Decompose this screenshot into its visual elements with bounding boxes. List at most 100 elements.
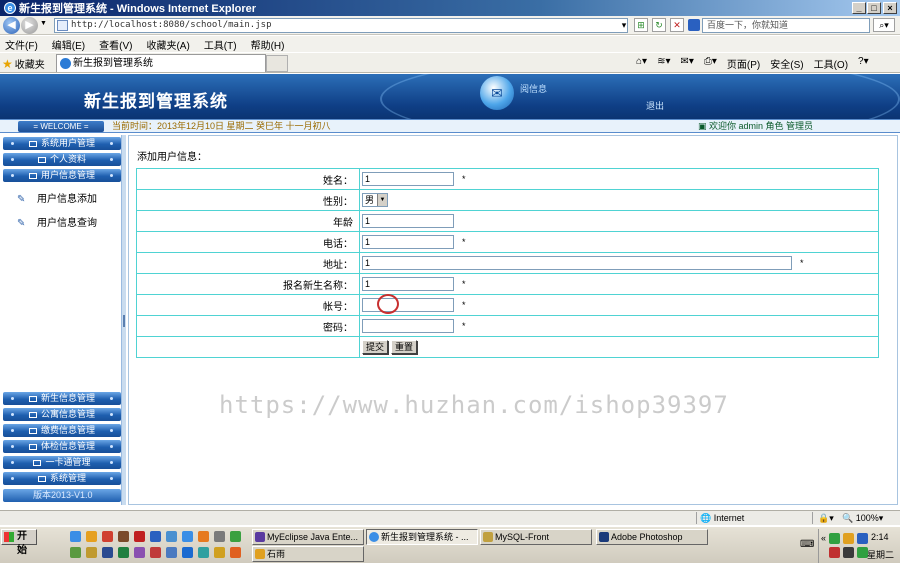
page-menu[interactable]: 页面(P) [727,56,760,71]
quicklaunch-app-icon[interactable] [214,531,225,542]
quicklaunch-app-icon[interactable] [182,531,193,542]
tray-expand-icon[interactable]: « [821,533,826,543]
search-input[interactable]: 百度一下，你就知道 [702,18,870,33]
sidebar-splitter[interactable] [121,135,126,505]
quicklaunch-app-icon[interactable] [198,547,209,558]
message-icon[interactable]: ✉ [480,76,514,110]
feeds-icon[interactable]: ≋▾ [657,56,670,71]
search-icon[interactable]: ⌕▾ [873,18,895,32]
taskbar-item-browser[interactable]: 新生报到管理系统 - ... [366,529,478,545]
quicklaunch-app-icon[interactable] [214,547,225,558]
header-message-link[interactable]: 阅信息 [520,82,547,95]
browser-tab[interactable]: 新生报到管理系统 [56,54,266,72]
maximize-button[interactable]: □ [867,2,881,14]
sidebar-section-fees[interactable]: 缴费信息管理 [3,424,121,437]
pencil-icon: ✎ [17,194,26,205]
quicklaunch-app-icon[interactable] [118,547,129,558]
home-icon[interactable]: ⌂▾ [636,56,647,71]
tools-menu[interactable]: 工具(O) [814,56,848,71]
tray-icon[interactable] [843,547,854,558]
back-button[interactable]: ◀ [3,17,20,34]
mail-icon[interactable]: ✉▾ [680,56,693,71]
age-input[interactable]: 1 [362,214,454,228]
taskbar-item-shiyu[interactable]: 石雨 [252,546,364,562]
quicklaunch-app-icon[interactable] [230,531,241,542]
quicklaunch-app-icon[interactable] [86,531,97,542]
quicklaunch-app-icon[interactable] [118,531,129,542]
address-dropdown-icon[interactable]: ▾ [619,19,629,31]
protected-mode-icon[interactable]: 🔒▾ [818,513,834,524]
menu-help[interactable]: 帮助(H) [251,37,285,52]
tray-icon[interactable] [843,533,854,544]
quicklaunch-app-icon[interactable] [182,547,193,558]
sidebar-section-system[interactable]: 系统管理 [3,472,121,485]
password-input[interactable] [362,319,454,333]
keyboard-icon[interactable]: ⌨ [800,539,814,550]
tray-icon[interactable] [857,533,868,544]
sidebar-section-medical[interactable]: 体检信息管理 [3,440,121,453]
new-tab-button[interactable] [266,55,288,72]
menu-edit[interactable]: 编辑(E) [52,37,85,52]
quicklaunch-app-icon[interactable] [166,547,177,558]
sidebar-item-add-user[interactable]: ✎ 用户信息添加 [17,190,97,205]
start-button[interactable]: 开始 [1,529,37,556]
submit-button[interactable]: 提交 [362,340,389,354]
window-title-bar[interactable]: e 新生报到管理系统 - Windows Internet Explorer _… [0,0,900,16]
quicklaunch-app-icon[interactable] [86,547,97,558]
quicklaunch-app-icon[interactable] [70,547,81,558]
print-icon[interactable]: ⎙▾ [704,56,717,71]
search-provider-icon[interactable] [688,19,700,31]
refresh-icon[interactable]: ↻ [652,18,666,32]
quicklaunch-app-icon[interactable] [134,547,145,558]
tray-icon[interactable] [829,547,840,558]
menu-view[interactable]: 查看(V) [99,37,132,52]
menu-file[interactable]: 文件(F) [5,37,38,52]
quicklaunch-app-icon[interactable] [150,531,161,542]
menu-favorites[interactable]: 收藏夹(A) [146,37,189,52]
zoom-level[interactable]: 🔍 100%▾ [842,513,883,524]
close-button[interactable]: × [883,2,897,14]
sidebar-section-card[interactable]: 一卡通管理 [3,456,121,469]
taskbar-item-photoshop[interactable]: Adobe Photoshop [596,529,708,545]
minimize-button[interactable]: _ [852,2,866,14]
dropdown-arrow-icon[interactable]: ▼ [377,194,387,206]
envelope-icon [28,140,37,147]
name-input[interactable]: 1 [362,172,454,186]
quicklaunch-app-icon[interactable] [198,531,209,542]
quicklaunch-ie-icon[interactable] [70,531,81,542]
quicklaunch-app-icon[interactable] [230,547,241,558]
taskbar-item-myeclipse[interactable]: MyEclipse Java Ente... [252,529,364,545]
menu-tools[interactable]: 工具(T) [204,37,237,52]
quicklaunch-app-icon[interactable] [166,531,177,542]
sidebar-section-user-info[interactable]: 用户信息管理 [3,169,121,182]
account-input[interactable] [362,298,454,312]
stop-icon[interactable]: ✕ [670,18,684,32]
reset-button[interactable]: 重置 [391,340,418,354]
quicklaunch-app-icon[interactable] [134,531,145,542]
sidebar-section-system-users[interactable]: 系统用户管理 [3,137,121,150]
splitter-grip[interactable] [123,315,125,327]
sidebar-item-query-user[interactable]: ✎ 用户信息查询 [17,214,97,229]
favorites-button[interactable]: ★ 收藏夹 [2,56,45,72]
safety-menu[interactable]: 安全(S) [770,56,803,71]
sidebar-section-student[interactable]: 新生信息管理 [3,392,121,405]
sidebar-section-dorm[interactable]: 公寓信息管理 [3,408,121,421]
address-input[interactable]: 1 [362,256,792,270]
quicklaunch-app-icon[interactable] [102,531,113,542]
quicklaunch-app-icon[interactable] [150,547,161,558]
tray-icon[interactable] [829,533,840,544]
quicklaunch-app-icon[interactable] [102,547,113,558]
address-bar[interactable]: http://localhost:8080/school/main.jsp [54,18,628,33]
gender-select[interactable]: 男 ▼ [362,193,388,207]
student-name-input[interactable]: 1 [362,277,454,291]
logout-link[interactable]: 退出 [646,99,664,112]
compat-view-icon[interactable]: ⊞ [634,18,648,32]
photoshop-icon [599,532,609,542]
clock[interactable]: 2:14 [871,532,889,542]
phone-input[interactable]: 1 [362,235,454,249]
forward-button[interactable]: ▶ [21,17,38,34]
sidebar-section-profile[interactable]: 个人资料 [3,153,121,166]
taskbar-item-mysql[interactable]: MySQL-Front [480,529,592,545]
history-dropdown-icon[interactable]: ▼ [40,20,47,27]
help-icon[interactable]: ?▾ [858,56,869,71]
